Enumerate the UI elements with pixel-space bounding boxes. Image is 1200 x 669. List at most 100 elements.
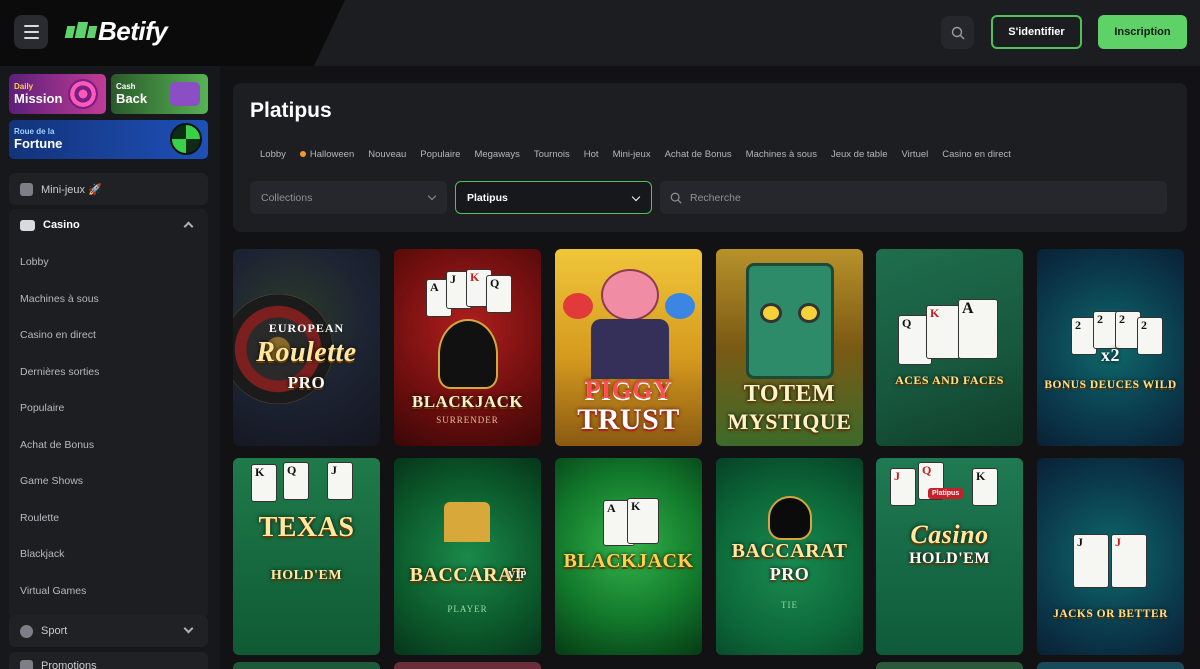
- search-input[interactable]: [690, 191, 1090, 204]
- target-icon: [68, 79, 98, 109]
- game-title-line: MYSTIQUE: [727, 409, 852, 434]
- bird-character-image: [665, 293, 695, 319]
- collections-select[interactable]: Collections: [250, 181, 447, 214]
- filter-new[interactable]: Nouveau: [361, 142, 413, 166]
- game-title-line: JACKS OR BETTER: [1053, 608, 1168, 620]
- filter-live-casino[interactable]: Casino en direct: [935, 142, 1018, 166]
- casino-sub-item-blackjack[interactable]: Blackjack: [20, 548, 64, 560]
- menu-icon-bar: [23, 37, 39, 39]
- cashback-banner[interactable]: Cash Back: [111, 74, 208, 114]
- casino-sub-item-roulette[interactable]: Roulette: [20, 512, 59, 524]
- game-title-line: PLAYER: [447, 604, 488, 614]
- playing-card-image: K: [972, 468, 998, 506]
- filter-minigames[interactable]: Mini-jeux: [606, 142, 658, 166]
- playing-card-image: J: [890, 468, 916, 506]
- game-tile-jacks-or-better[interactable]: J J JACKS OR BETTER: [1037, 458, 1184, 655]
- game-title-line: TRUST: [577, 403, 680, 436]
- crown-icon: [444, 502, 490, 542]
- sidebar-item-sport[interactable]: Sport: [9, 615, 208, 647]
- game-tile-piggy-trust[interactable]: PIGGY TRUST: [555, 249, 702, 446]
- filter-slots[interactable]: Machines à sous: [739, 142, 824, 166]
- game-tile-baccarat-pro[interactable]: BACCARAT PRO TIE: [716, 458, 863, 655]
- promo-big-label: Fortune: [14, 136, 63, 151]
- casino-sub-item-new-releases[interactable]: Dernières sorties: [20, 366, 99, 378]
- wheel-icon: [170, 123, 202, 155]
- filter-bonus-buy[interactable]: Achat de Bonus: [658, 142, 739, 166]
- game-title-line: BACCARAT: [731, 540, 848, 562]
- game-tile-partial[interactable]: [1037, 662, 1184, 669]
- game-title-line: HOLD'EM: [270, 568, 343, 583]
- game-tile-european-roulette-pro[interactable]: EUROPEAN Roulette PRO: [233, 249, 380, 446]
- casino-sub-item-popular[interactable]: Populaire: [20, 402, 64, 414]
- filter-popular[interactable]: Populaire: [413, 142, 467, 166]
- search-icon: [670, 192, 682, 204]
- logo-text: Betify: [98, 16, 168, 46]
- logo-area: [0, 0, 345, 66]
- sport-icon: [20, 624, 33, 638]
- provider-select[interactable]: Platipus: [455, 181, 652, 214]
- sidebar-item-label: Mini-jeux 🚀: [41, 183, 102, 196]
- playing-card-image: J: [327, 462, 353, 500]
- game-tile-blackjack[interactable]: A K BLACKJACK: [555, 458, 702, 655]
- game-title-line: PRO: [769, 564, 810, 584]
- promotions-icon: [20, 660, 33, 669]
- casino-sub-item-slots[interactable]: Machines à sous: [20, 293, 99, 305]
- chevron-down-icon: [631, 192, 641, 202]
- casino-sub-item-live[interactable]: Casino en direct: [20, 329, 96, 341]
- game-tile-casino-holdem[interactable]: J Q K Platipus Casino HOLD'EM: [876, 458, 1023, 655]
- game-tile-aces-and-faces[interactable]: Q K A ACES AND FACES: [876, 249, 1023, 446]
- game-title-line: PRO: [287, 373, 326, 392]
- game-tile-baccarat-vip[interactable]: BACCARAT VIP PLAYER: [394, 458, 541, 655]
- daily-mission-banner[interactable]: Daily Mission: [9, 74, 106, 114]
- halloween-icon: [299, 151, 306, 157]
- select-value: Collections: [261, 191, 313, 204]
- sidebar-item-label: Casino: [43, 219, 80, 231]
- game-title-line: TOTEM: [743, 381, 836, 407]
- totem-mask-image: [746, 263, 834, 379]
- game-title-line: EUROPEAN: [268, 321, 345, 335]
- filter-lobby[interactable]: Lobby: [253, 142, 293, 166]
- game-tile-bonus-deuces-wild[interactable]: 2 2 2 2 x2 BONUS DEUCES WILD: [1037, 249, 1184, 446]
- wallet-icon: [170, 82, 200, 106]
- game-tile-partial[interactable]: [876, 662, 1023, 669]
- sidebar-item-label: Sport: [41, 625, 68, 637]
- login-button[interactable]: S'identifier: [991, 15, 1082, 49]
- header-search-button[interactable]: [941, 16, 974, 49]
- filter-virtual[interactable]: Virtuel: [894, 142, 935, 166]
- game-search-field[interactable]: [660, 181, 1167, 214]
- playing-card-image: K: [251, 464, 277, 502]
- playing-card-image: K: [926, 305, 960, 359]
- game-tile-totem-mystique[interactable]: TOTEM MYSTIQUE: [716, 249, 863, 446]
- select-value: Platipus: [467, 191, 508, 204]
- playing-card-image: Q: [283, 462, 309, 500]
- sidebar-item-casino[interactable]: Casino: [9, 209, 208, 241]
- filter-tournaments[interactable]: Tournois: [527, 142, 577, 166]
- sidebar-item-promotions[interactable]: Promotions: [9, 652, 208, 669]
- provider-badge: Platipus: [928, 488, 964, 499]
- menu-button[interactable]: [14, 15, 48, 49]
- sidebar-item-minigames[interactable]: Mini-jeux 🚀: [9, 173, 208, 205]
- minigames-icon: [20, 182, 33, 196]
- playing-card-image: Q: [486, 275, 512, 313]
- casino-sub-item-bonus-buy[interactable]: Achat de Bonus: [20, 439, 94, 451]
- logo[interactable]: Betify: [64, 16, 168, 47]
- filter-table-games[interactable]: Jeux de table: [824, 142, 895, 166]
- casino-icon: [20, 219, 35, 231]
- casino-sub-item-game-shows[interactable]: Game Shows: [20, 475, 83, 487]
- signup-button[interactable]: Inscription: [1098, 15, 1187, 49]
- fortune-wheel-banner[interactable]: Roue de la Fortune: [9, 120, 208, 159]
- game-title-line: TEXAS: [258, 512, 355, 543]
- casino-sub-item-lobby[interactable]: Lobby: [20, 256, 49, 268]
- game-tile-partial[interactable]: [233, 662, 380, 669]
- game-tile-texas-holdem[interactable]: K Q J TEXAS HOLD'EM: [233, 458, 380, 655]
- playing-card-image: J: [1073, 534, 1109, 588]
- filter-megaways[interactable]: Megaways: [467, 142, 526, 166]
- category-filters: Lobby Halloween Nouveau Populaire Megawa…: [253, 142, 1018, 166]
- menu-icon-bar: [23, 25, 39, 27]
- casino-sub-item-virtual-games[interactable]: Virtual Games: [20, 585, 86, 597]
- game-tile-partial[interactable]: [394, 662, 541, 669]
- filter-halloween[interactable]: Halloween: [293, 142, 361, 166]
- filter-hot[interactable]: Hot: [577, 142, 606, 166]
- game-tile-blackjack-surrender[interactable]: A J K Q BLACKJACK SURRENDER: [394, 249, 541, 446]
- totem-eye-image: [798, 303, 820, 323]
